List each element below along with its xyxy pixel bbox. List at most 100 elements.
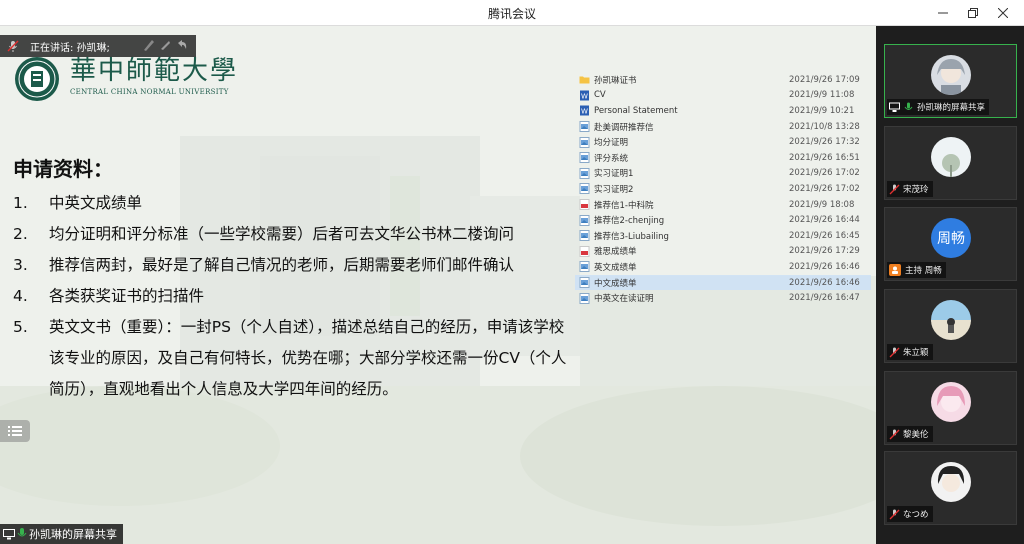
pdf-file-icon	[579, 199, 590, 211]
list-item: 3. 推荐信两封，最好是了解自己情况的老师，后期需要老师们邮件确认	[13, 256, 515, 274]
file-row[interactable]: 雅思成绩单 2021/9/26 17:29	[575, 244, 871, 260]
participant-nameplate: なつめ	[887, 506, 933, 522]
file-row[interactable]: 推荐信1-中科院 2021/9/9 18:08	[575, 197, 871, 213]
participant-avatar	[931, 55, 971, 95]
file-list: 孙凯琳证书 2021/9/26 17:09 W CV 2021/9/9 11:08 W Pe…	[575, 72, 871, 306]
file-row[interactable]: 孙凯琳证书 2021/9/26 17:09	[575, 72, 871, 88]
image-file-icon	[579, 136, 590, 148]
file-date: 2021/9/26 16:46	[789, 261, 860, 272]
file-date: 2021/9/9 11:08	[789, 90, 855, 101]
file-row[interactable]: 实习证明2 2021/9/26 17:02	[575, 181, 871, 197]
microphone-icon	[17, 528, 27, 537]
restore-button[interactable]	[958, 0, 988, 26]
file-row[interactable]: 均分证明 2021/9/26 17:32	[575, 134, 871, 150]
file-row[interactable]: 赴美调研推荐信 2021/10/8 13:28	[575, 119, 871, 135]
file-row[interactable]: 英文成绩单 2021/9/26 16:46	[575, 259, 871, 275]
participant-tile[interactable]: 宋茂玲	[884, 126, 1017, 200]
participant-tile[interactable]: 朱立颖	[884, 289, 1017, 363]
file-row[interactable]: 实习证明1 2021/9/26 17:02	[575, 166, 871, 182]
file-name: 实习证明1	[594, 169, 634, 180]
file-name: 赴美调研推荐信	[594, 122, 654, 133]
file-row[interactable]: 中文成绩单 2021/9/26 16:46	[575, 274, 871, 291]
image-file-icon	[579, 214, 590, 226]
participant-avatar	[931, 462, 971, 502]
participant-tile[interactable]: なつめ	[884, 451, 1017, 525]
close-icon	[998, 8, 1008, 18]
undo-icon[interactable]	[174, 38, 188, 52]
minimize-button[interactable]	[928, 0, 958, 26]
svg-text:W: W	[581, 108, 588, 116]
meeting-window: 腾讯会议 正在讲话: 孙凯琳; 華中師範大學 CENTRAL CHINA NOR…	[0, 0, 1024, 544]
file-date: 2021/9/26 17:02	[789, 168, 860, 179]
microphone-muted-icon	[889, 429, 900, 439]
participant-name: 孙凯琳的屏幕共享	[917, 103, 986, 113]
minimize-icon	[938, 12, 948, 14]
participant-nameplate: 主持 周畅	[887, 262, 946, 278]
participant-avatar	[931, 300, 971, 340]
participant-panel: 孙凯琳的屏幕共享 宋茂玲 周畅 主持 周畅 朱立颖 黎美伦 なつめ	[876, 26, 1024, 544]
file-name: CV	[594, 90, 606, 101]
file-row[interactable]: 评分系统 2021/9/26 16:51	[575, 150, 871, 166]
file-date: 2021/9/26 17:09	[789, 74, 860, 85]
window-title: 腾讯会议	[487, 7, 536, 21]
image-file-icon	[579, 292, 590, 304]
list-item: 1. 中英文成绩单	[13, 194, 143, 212]
participant-avatar	[931, 382, 971, 422]
image-file-icon	[579, 230, 590, 242]
word-file-icon: W	[580, 90, 589, 101]
screen-share-icon	[889, 102, 900, 112]
participant-name: 主持 周畅	[905, 266, 942, 276]
participant-name: 黎美伦	[903, 430, 929, 440]
file-name: 英文成绩单	[594, 262, 637, 273]
list-icon	[8, 426, 22, 436]
close-button[interactable]	[988, 0, 1018, 26]
file-name: 推荐信2-chenjing	[594, 216, 665, 227]
participant-tile[interactable]: 黎美伦	[884, 371, 1017, 445]
slide-menu-button[interactable]	[0, 420, 30, 442]
file-name: 均分证明	[594, 138, 629, 149]
microphone-muted-icon	[889, 184, 900, 194]
file-row[interactable]: 推荐信3-Liubailing 2021/9/26 16:45	[575, 228, 871, 244]
image-file-icon	[579, 261, 590, 273]
file-name: 实习证明2	[594, 184, 634, 195]
image-file-icon	[579, 121, 590, 133]
microphone-muted-icon	[7, 40, 19, 52]
file-name: 中文成绩单	[594, 278, 637, 289]
file-date: 2021/9/9 10:21	[789, 105, 855, 116]
file-date: 2021/9/26 16:51	[789, 152, 860, 163]
participant-nameplate: 孙凯琳的屏幕共享	[887, 99, 990, 115]
speaking-label: 正在讲话: 孙凯琳;	[30, 42, 110, 54]
participant-nameplate: 黎美伦	[887, 426, 933, 442]
participant-tile[interactable]: 孙凯琳的屏幕共享	[884, 44, 1017, 118]
file-row[interactable]: 推荐信2-chenjing 2021/9/26 16:44	[575, 212, 871, 228]
shared-screen: 正在讲话: 孙凯琳; 華中師範大學 CENTRAL CHINA NORMAL U…	[0, 26, 876, 544]
svg-text:W: W	[581, 92, 588, 100]
university-logo: 華中師範大學 CENTRAL CHINA NORMAL UNIVERSITY	[14, 56, 238, 102]
file-name: 中英文在读证明	[594, 294, 654, 305]
file-date: 2021/9/26 17:32	[789, 137, 860, 148]
restore-icon	[968, 8, 978, 18]
file-name: 推荐信1-中科院	[594, 200, 654, 211]
file-name: 雅思成绩单	[594, 247, 637, 258]
participant-tile[interactable]: 周畅 主持 周畅	[884, 207, 1017, 281]
file-row[interactable]: W Personal Statement 2021/9/9 10:21	[575, 103, 871, 119]
screen-share-icon	[3, 528, 15, 539]
image-file-icon	[579, 152, 590, 164]
participant-avatar	[931, 137, 971, 177]
participant-avatar: 周畅	[931, 218, 971, 258]
pen-icon[interactable]	[158, 38, 172, 52]
file-date: 2021/9/26 16:45	[789, 230, 860, 241]
file-row[interactable]: 中英文在读证明 2021/9/26 16:47	[575, 290, 871, 306]
microphone-muted-icon	[889, 347, 900, 357]
file-name: 评分系统	[594, 153, 629, 164]
file-name: 推荐信3-Liubailing	[594, 231, 669, 242]
screen-share-label: 孙凯琳的屏幕共享	[0, 524, 123, 544]
list-item: 5. 英文文书（重要）：一封PS（个人自述），描述总结自己的经历，申请该学校该专业…	[13, 318, 567, 398]
title-bar: 腾讯会议	[0, 0, 1024, 26]
file-row[interactable]: W CV 2021/9/9 11:08	[575, 88, 871, 104]
word-file-icon: W	[580, 105, 589, 116]
file-name: 孙凯琳证书	[594, 75, 637, 86]
annotate-icon[interactable]	[142, 38, 156, 52]
file-date: 2021/10/8 13:28	[789, 121, 860, 132]
file-date: 2021/9/9 18:08	[789, 199, 855, 210]
